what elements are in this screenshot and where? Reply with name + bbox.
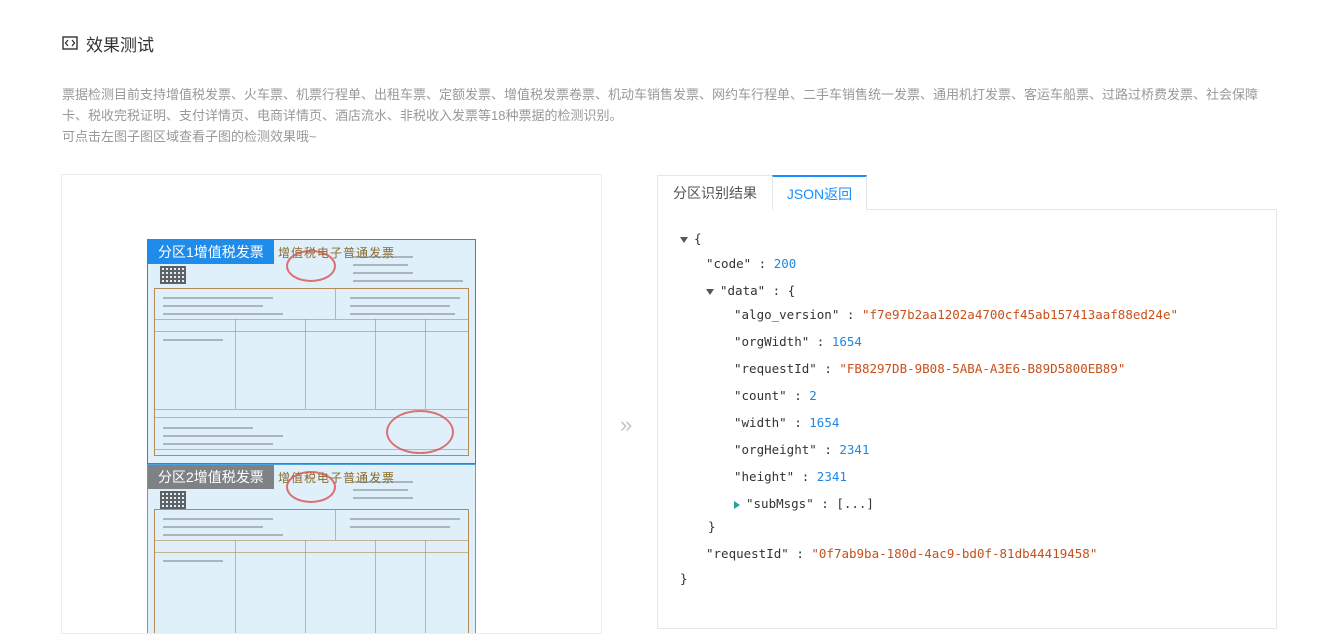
qr-code-icon xyxy=(160,266,186,284)
description-line-2: 可点击左图子图区域查看子图的检测效果哦~ xyxy=(62,129,317,144)
json-root-line[interactable]: { xyxy=(680,229,702,249)
caret-right-icon[interactable] xyxy=(734,500,740,509)
description-line-1: 票据检测目前支持增值税发票、火车票、机票行程单、出租车票、定额发票、增值税发票卷… xyxy=(62,87,1259,123)
json-line-count: "count" : 2 xyxy=(734,388,817,403)
section-header: 效果测试 xyxy=(62,32,154,55)
invoice-region-2[interactable]: 增值税电子普通发票 分区2增值税发票 xyxy=(147,464,476,633)
invoice-region-1[interactable]: 增值税电子普通发票 分区1增值税发票 xyxy=(147,239,476,464)
json-line-algo-version: "algo_version" : "f7e97b2aa1202a4700cf45… xyxy=(734,307,1179,322)
seal-icon xyxy=(286,250,336,282)
tab-json-response[interactable]: JSON返回 xyxy=(772,175,867,211)
tab-partition-results[interactable]: 分区识别结果 xyxy=(657,175,773,210)
json-line-code: "code" : 200 xyxy=(706,256,797,271)
json-line-org-width: "orgWidth" : 1654 xyxy=(734,334,862,349)
json-root-close: } xyxy=(680,571,688,586)
seal-icon xyxy=(386,410,454,454)
seal-icon xyxy=(286,471,336,503)
json-line-request-id: "requestId" : "FB8297DB-9B08-5ABA-A3E6-B… xyxy=(734,361,1126,376)
section-title: 效果测试 xyxy=(86,35,154,55)
json-line-request-id-root: "requestId" : "0f7ab9ba-180d-4ac9-bd0f-8… xyxy=(706,546,1098,561)
result-tabs: 分区识别结果 JSON返回 xyxy=(657,175,1277,211)
description: 票据检测目前支持增值税发票、火车票、机票行程单、出租车票、定额发票、增值税发票卷… xyxy=(62,84,1277,147)
caret-down-icon[interactable] xyxy=(680,236,688,243)
caret-down-icon[interactable] xyxy=(706,288,714,295)
json-viewer: { "code" : 200 "data" : { "algo_version"… xyxy=(657,209,1277,629)
qr-code-icon xyxy=(160,491,186,509)
json-line-width: "width" : 1654 xyxy=(734,415,840,430)
region-label-1[interactable]: 分区1增值税发票 xyxy=(148,240,274,264)
json-line-height: "height" : 2341 xyxy=(734,469,847,484)
json-line-data-close: } xyxy=(708,519,716,534)
json-line-org-height: "orgHeight" : 2341 xyxy=(734,442,870,457)
invoice-table xyxy=(154,509,469,633)
double-chevron-right-icon: » xyxy=(620,412,633,437)
json-line-submsgs[interactable]: "subMsgs" : [...] xyxy=(734,494,874,514)
region-label-2[interactable]: 分区2增值税发票 xyxy=(148,465,274,489)
code-icon xyxy=(62,36,78,50)
json-line-data[interactable]: "data" : { xyxy=(706,281,795,301)
image-preview-panel: 增值税电子普通发票 分区1增值税发票 增值税电子普通发票 分区2增值税发票 xyxy=(61,174,602,634)
